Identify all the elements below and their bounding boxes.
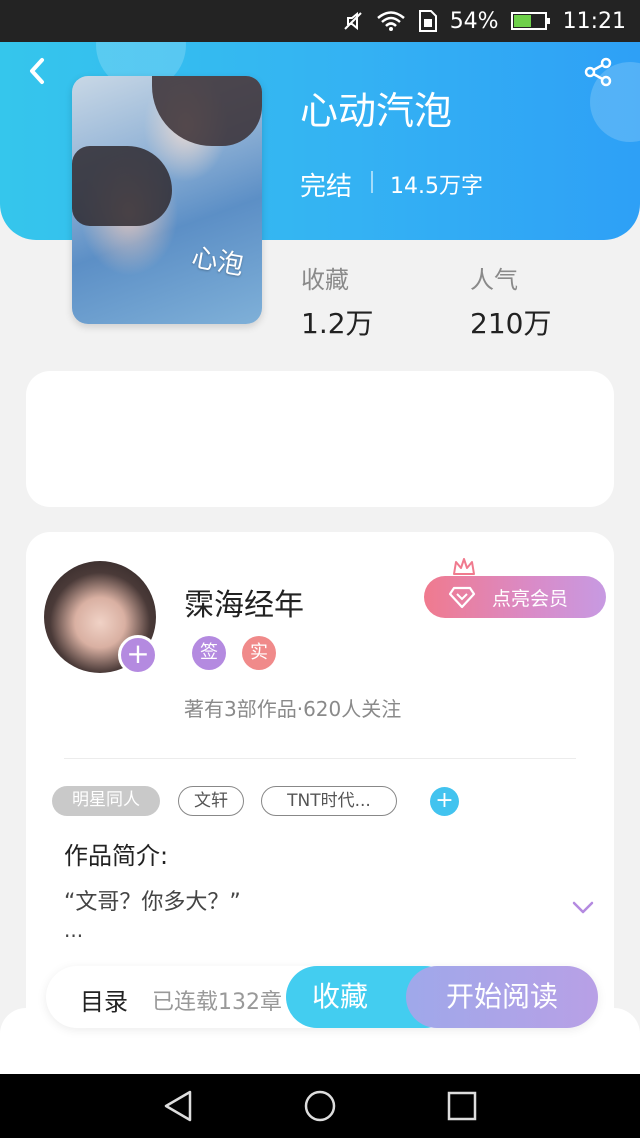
stat-value-popularity: 210万 [470, 307, 552, 340]
intro-text: “文哥？你多大？” [64, 890, 241, 915]
crown-icon [453, 558, 475, 575]
divider [64, 758, 576, 759]
stat-value-favorites: 1.2万 [301, 307, 374, 340]
vip-button[interactable]: 点亮会员 [424, 576, 606, 618]
info-card-empty [26, 371, 614, 507]
share-button[interactable] [582, 56, 614, 88]
signed-badge: 签 [192, 636, 226, 670]
chevron-down-icon[interactable] [571, 898, 595, 916]
start-reading-button[interactable]: 开始阅读 [406, 966, 598, 1028]
share-icon [584, 57, 612, 87]
mute-icon [342, 10, 364, 32]
battery-percent: 54% [449, 8, 499, 34]
intro-title: 作品简介: [64, 842, 169, 870]
book-status: 完结 [300, 172, 353, 202]
back-button[interactable] [22, 54, 52, 88]
clock: 11:21 [562, 8, 626, 34]
tag-group[interactable]: TNT时代... [261, 786, 397, 816]
book-title: 心动汽泡 [300, 89, 453, 133]
chapter-count[interactable]: 已连载132章 [152, 984, 292, 1016]
tag-genre[interactable]: 明星同人 [52, 786, 160, 816]
toc-button[interactable]: 目录 [80, 982, 128, 1017]
author-name[interactable]: 霂海经年 [184, 580, 304, 624]
author-meta: 著有3部作品·620人关注 [184, 697, 402, 721]
word-count: 14.5万字 [390, 174, 483, 199]
diamond-icon [448, 586, 476, 609]
divider [371, 171, 373, 193]
tag-character[interactable]: 文轩 [178, 786, 244, 816]
stat-label-favorites: 收藏 [301, 266, 349, 294]
follow-author-button[interactable]: + [118, 635, 158, 675]
wifi-icon [376, 10, 406, 32]
status-bar: 54% 11:21 [0, 0, 640, 42]
vip-button-label: 点亮会员 [492, 587, 569, 610]
intro-ellipsis: ... [64, 918, 84, 942]
stat-label-popularity: 人气 [470, 266, 518, 294]
cover-art [152, 76, 262, 146]
cover-art [72, 146, 172, 226]
book-cover[interactable]: 心泡 [72, 76, 262, 324]
verified-badge: 实 [242, 636, 276, 670]
back-chevron-icon [30, 58, 44, 84]
add-tag-button[interactable]: + [430, 787, 459, 816]
nav-home-icon[interactable] [302, 1088, 338, 1124]
battery-icon [510, 10, 551, 32]
sim-icon [418, 9, 438, 33]
cover-title: 心泡 [189, 242, 246, 282]
nav-recents-icon[interactable] [444, 1088, 480, 1124]
nav-back-icon[interactable] [160, 1088, 196, 1124]
